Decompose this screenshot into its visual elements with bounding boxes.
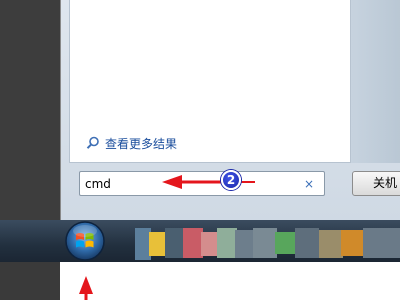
search-results-pane: 查看更多结果 (69, 0, 351, 163)
start-menu-right-pane (351, 0, 400, 163)
shutdown-button[interactable]: 关机 (352, 171, 400, 196)
taskbar-pinned-apps-blurred (135, 222, 400, 262)
windows-start-orb-icon[interactable] (63, 219, 107, 263)
desktop-background (0, 0, 60, 228)
clear-search-icon[interactable]: × (302, 176, 316, 192)
step-number-badge: 2 (221, 170, 241, 190)
screenshot-bottom-margin (0, 262, 400, 300)
magnifier-icon (86, 136, 99, 149)
search-input[interactable] (85, 174, 285, 193)
start-search-box[interactable]: × (79, 171, 325, 196)
see-more-results-label: 查看更多结果 (105, 136, 178, 151)
see-more-results-link[interactable]: 查看更多结果 (86, 134, 177, 152)
